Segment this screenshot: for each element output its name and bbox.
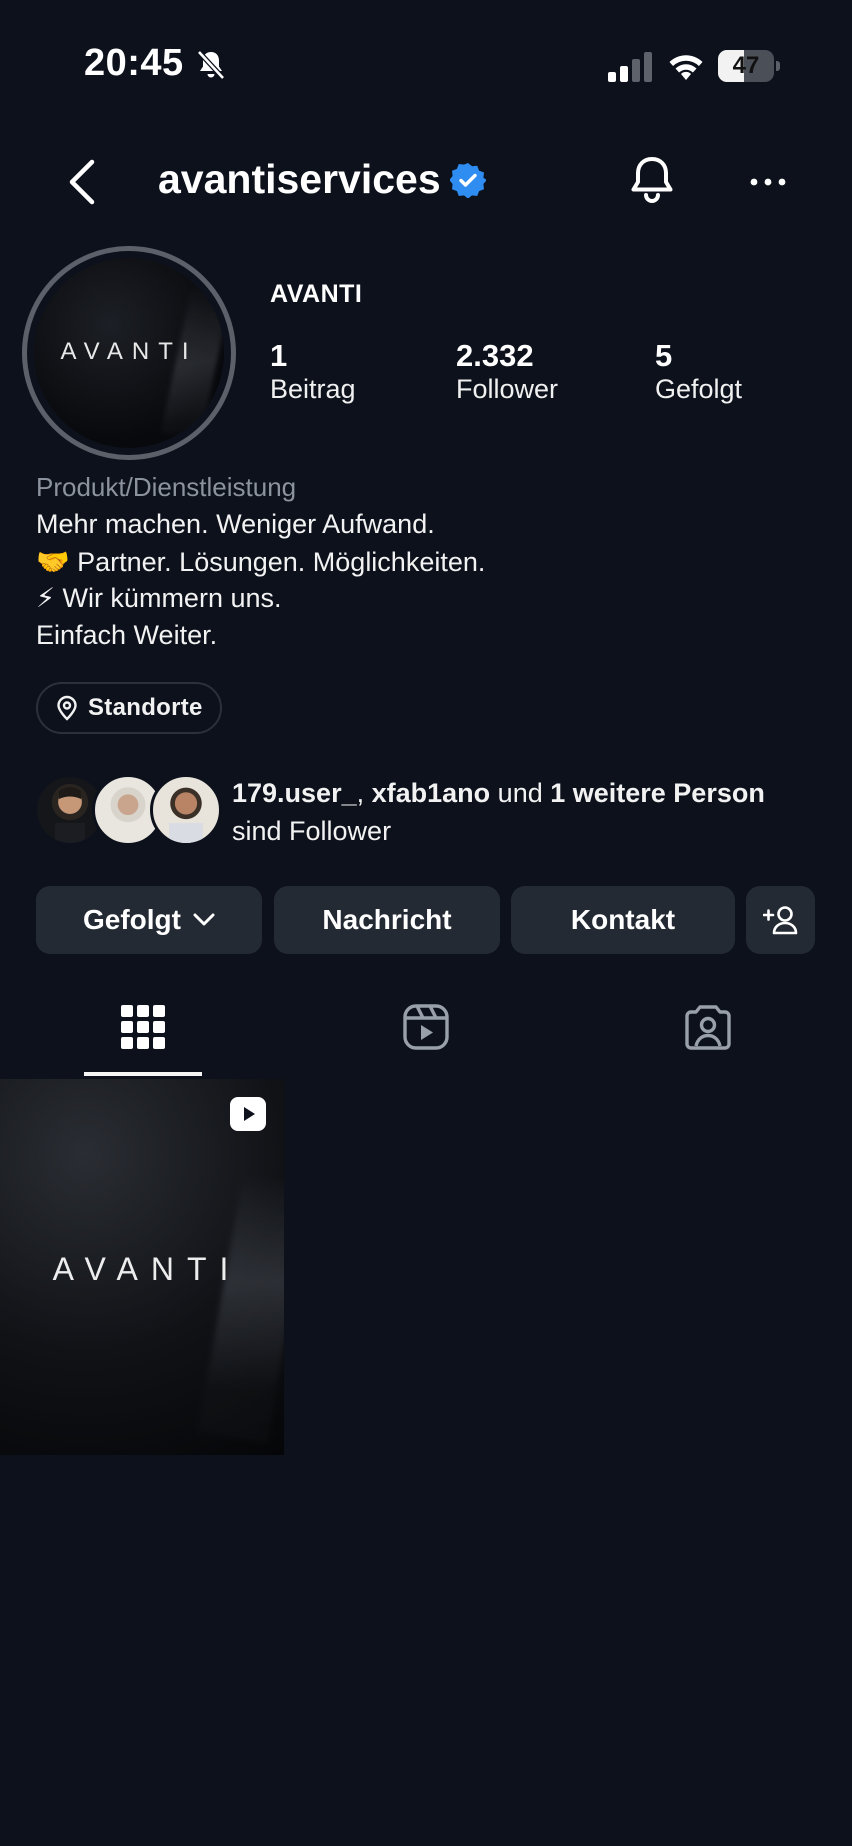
message-label: Nachricht (322, 904, 452, 935)
grid-tab-icon[interactable] (120, 1004, 166, 1050)
following-button[interactable]: Gefolgt (36, 886, 262, 954)
reel-indicator-icon (230, 1097, 266, 1131)
chevron-down-icon (193, 913, 215, 926)
profile-avatar[interactable]: AVANTI (22, 246, 236, 460)
stat-following-count: 5 (655, 338, 673, 373)
stat-following[interactable]: 5 Gefolgt (655, 338, 742, 405)
stat-posts-label: Beitrag (270, 374, 356, 404)
active-tab-indicator (84, 1072, 202, 1076)
post-logo-text: AVANTI (52, 1251, 242, 1287)
reels-tab-icon[interactable] (402, 1003, 450, 1051)
mutual-separator: , (356, 778, 372, 808)
bio-line: Mehr machen. Weniger Aufwand. (36, 509, 435, 539)
bio-line: Einfach Weiter. (36, 620, 218, 650)
stat-followers-count: 2.332 (456, 338, 534, 373)
mutual-avatars[interactable] (34, 774, 222, 846)
bio-line: ⚡ Wir kümmern uns. (36, 583, 282, 613)
verified-badge-icon (450, 163, 486, 198)
tagged-tab-icon[interactable] (684, 1003, 732, 1051)
avatar (150, 774, 222, 846)
display-name: AVANTI (270, 280, 363, 308)
stat-posts[interactable]: 1 Beitrag (270, 338, 356, 405)
contact-label: Kontakt (570, 904, 676, 935)
avatar-logo-text: AVANTI (60, 338, 198, 365)
back-chevron-icon[interactable] (62, 156, 102, 208)
stat-posts-count: 1 (270, 338, 288, 373)
mutual-user-1[interactable]: 179.user_ (232, 778, 357, 808)
cell-signal-icon (608, 52, 652, 82)
mutual-user-2[interactable]: xfab1ano (372, 778, 491, 808)
suggest-people-button[interactable] (746, 886, 815, 954)
post-thumbnail[interactable]: AVANTI (0, 1079, 284, 1455)
profile-category: Produkt/Dienstleistung (36, 472, 297, 502)
add-person-icon (762, 906, 797, 935)
battery-percent: 47 (732, 52, 760, 79)
battery-indicator: 47 (718, 50, 782, 82)
locations-label: Standorte (88, 694, 203, 721)
bell-muted-icon (197, 50, 225, 80)
stat-following-label: Gefolgt (655, 374, 743, 404)
more-options-icon[interactable] (748, 170, 788, 194)
following-label: Gefolgt (83, 904, 181, 935)
contact-button[interactable]: Kontakt (511, 886, 735, 954)
status-time: 20:45 (84, 42, 184, 84)
bio-line: 🤝 Partner. Lösungen. Möglichkeiten. (36, 547, 486, 577)
mutual-suffix: sind Follower (232, 816, 392, 846)
message-button[interactable]: Nachricht (274, 886, 500, 954)
mutual-and: und (490, 778, 551, 808)
mutual-others[interactable]: 1 weitere Person (550, 778, 765, 808)
mutual-followers-text[interactable]: 179.user_, xfab1ano und 1 weitere Person… (232, 774, 765, 850)
profile-username: avantiservices (158, 156, 441, 202)
stat-followers[interactable]: 2.332 Follower (456, 338, 558, 405)
location-pin-icon (57, 695, 77, 721)
notification-bell-icon[interactable] (628, 154, 676, 208)
stat-followers-label: Follower (456, 374, 559, 404)
wifi-icon (669, 55, 703, 80)
locations-button[interactable]: Standorte (36, 682, 222, 734)
